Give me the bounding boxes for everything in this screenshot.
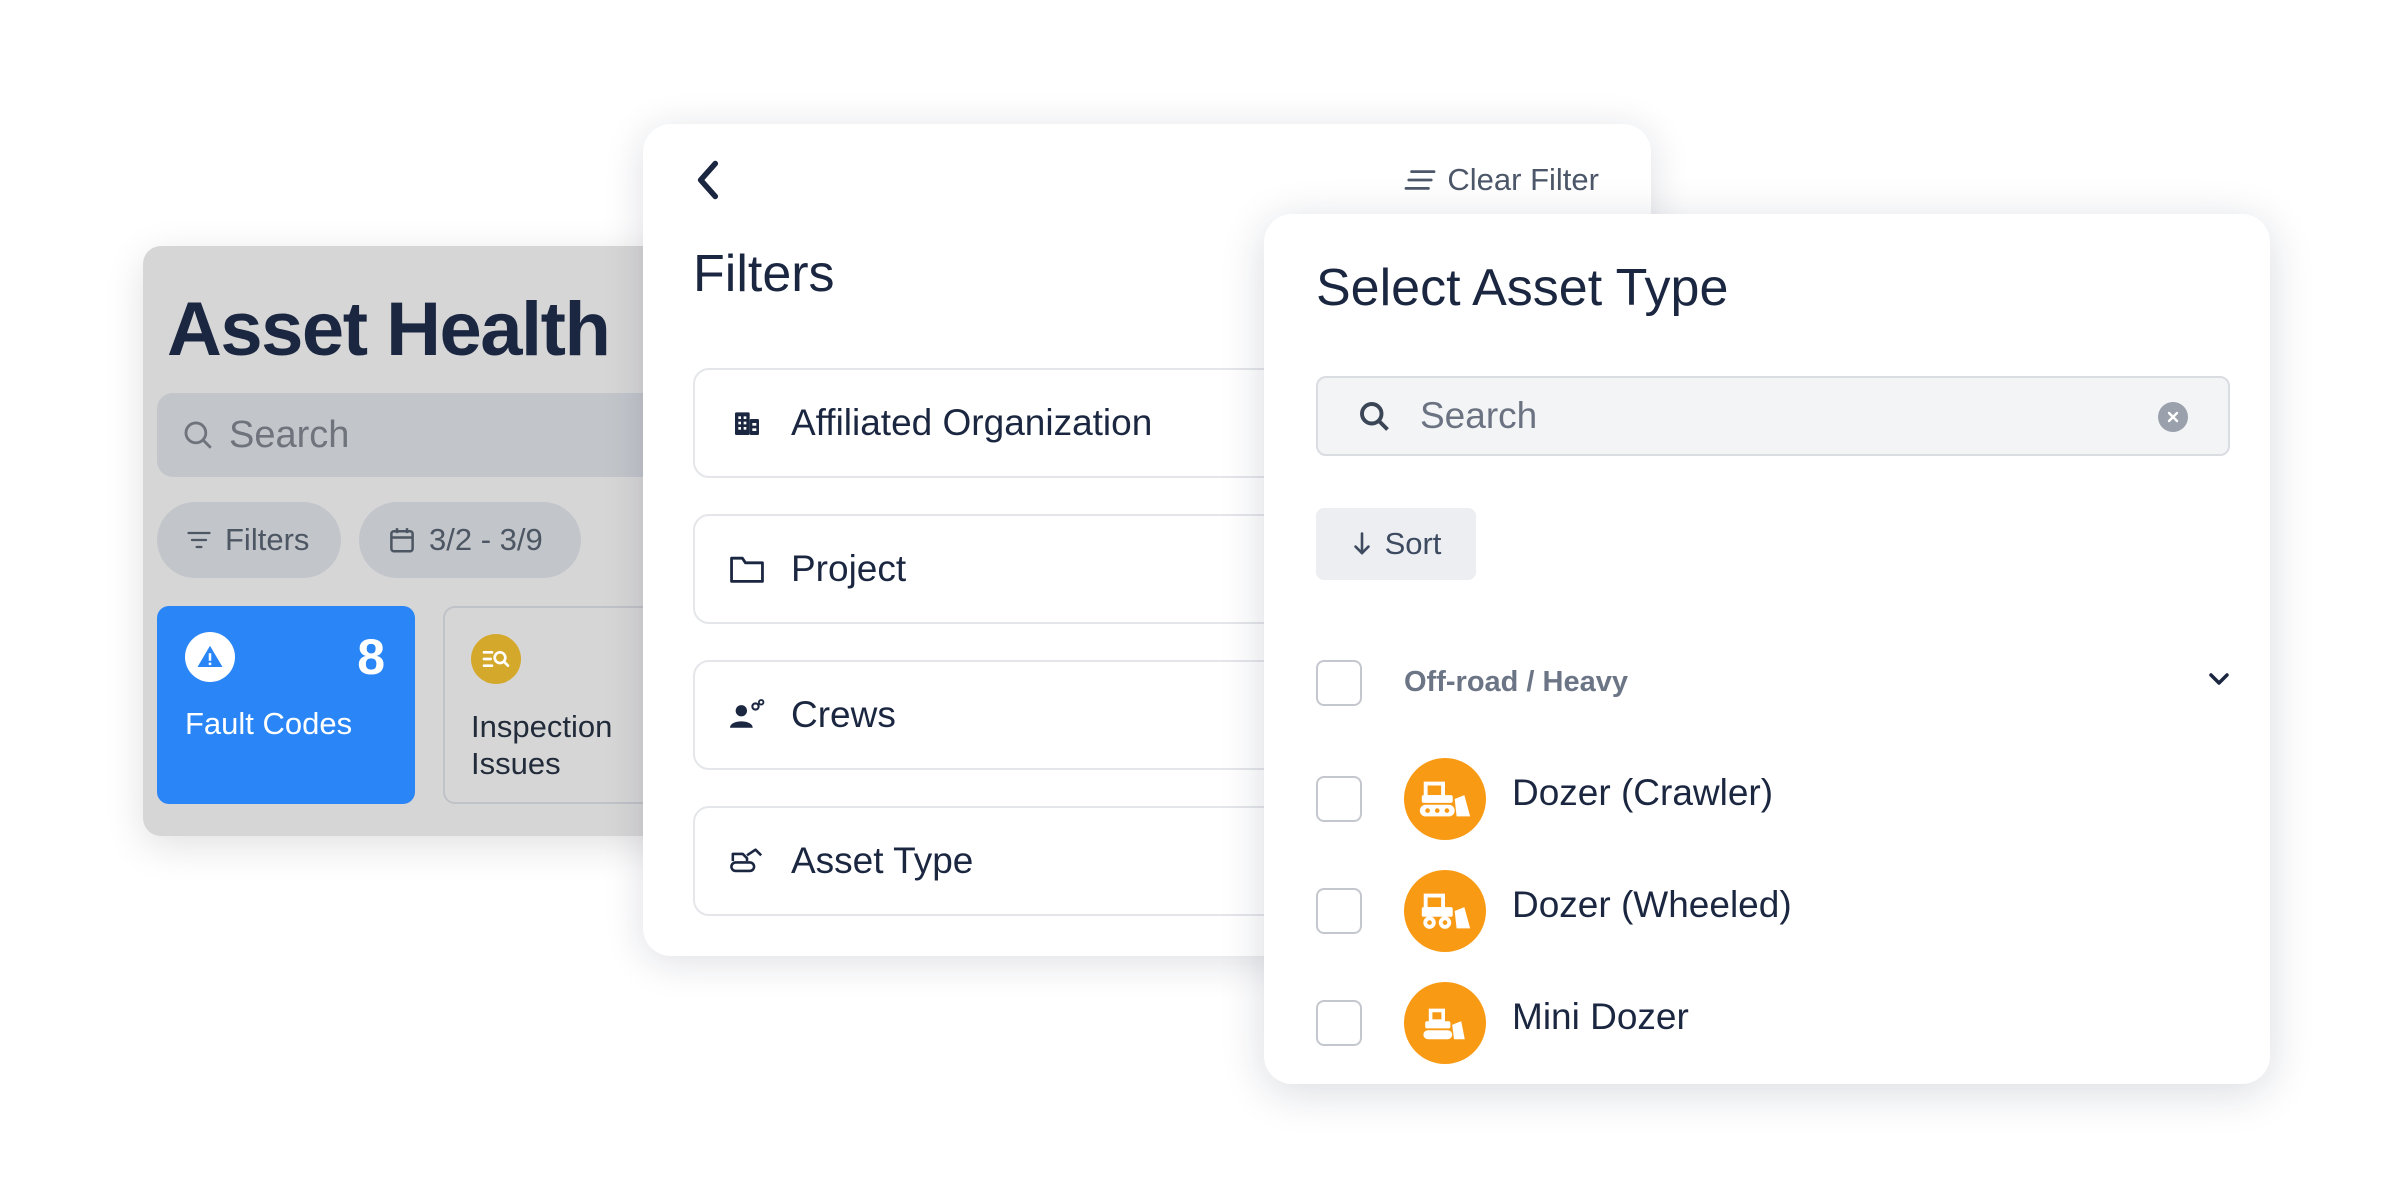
group-checkbox-off-road-heavy[interactable] — [1316, 660, 1362, 706]
filter-row-label: Project — [791, 548, 907, 589]
asset-type-search-field — [1316, 376, 2230, 456]
arrow-down-icon — [1353, 532, 1370, 555]
dozer-crawler-icon — [1404, 758, 1486, 840]
clear-search-icon[interactable] — [2158, 402, 2188, 432]
select-asset-type-panel: Select Asset Type Sort Off-road / Heavy — [1264, 214, 2270, 1084]
warning-icon — [185, 632, 235, 682]
filter-icon — [187, 531, 211, 549]
filters-title: Filters — [693, 245, 835, 303]
fault-codes-tile[interactable]: 8 Fault Codes — [157, 606, 415, 804]
search-icon — [1360, 402, 1389, 431]
inspection-issues-label: Inspection Issues — [471, 709, 613, 781]
filters-chip[interactable]: Filters — [157, 502, 341, 578]
asset-type-name: Mini Dozer — [1512, 996, 1689, 1037]
chevron-down-icon[interactable] — [2204, 664, 2234, 694]
clear-filter-icon — [1405, 170, 1436, 190]
item-checkbox[interactable] — [1316, 888, 1362, 934]
date-range-chip[interactable]: 3/2 - 3/9 — [359, 502, 581, 578]
fault-codes-count: 8 — [357, 629, 385, 685]
back-button[interactable] — [683, 148, 733, 212]
screen: Asset Health Search Filters 3/2 - 3/9 8 … — [0, 0, 2400, 1200]
building-icon — [727, 407, 767, 439]
item-checkbox[interactable] — [1316, 776, 1362, 822]
filter-row-label: Asset Type — [791, 840, 974, 881]
date-range-label: 3/2 - 3/9 — [429, 522, 543, 557]
clear-filter-button[interactable]: Clear Filter — [1403, 152, 1599, 208]
filter-row-label: Crews — [791, 694, 896, 735]
filters-chip-label: Filters — [225, 522, 310, 557]
asset-health-search-input[interactable]: Search — [157, 393, 703, 477]
dozer-wheeled-icon — [1404, 870, 1486, 952]
item-checkbox[interactable] — [1316, 1000, 1362, 1046]
asset-type-name: Dozer (Wheeled) — [1512, 884, 1792, 925]
asset-type-name: Dozer (Crawler) — [1512, 772, 1774, 813]
asset-type-search-input[interactable] — [1418, 394, 2118, 438]
asset-health-card: Asset Health Search Filters 3/2 - 3/9 8 … — [143, 246, 703, 836]
search-placeholder: Search — [229, 413, 350, 456]
mini-dozer-icon — [1404, 982, 1486, 1064]
sort-button[interactable]: Sort — [1316, 508, 1476, 580]
filter-row-label: Affiliated Organization — [791, 402, 1153, 443]
fault-codes-label: Fault Codes — [185, 706, 353, 741]
clear-filter-label: Clear Filter — [1447, 162, 1599, 197]
inspection-search-icon — [471, 634, 521, 684]
chevron-left-icon — [697, 160, 719, 200]
equipment-icon — [727, 844, 767, 878]
calendar-icon — [390, 528, 414, 553]
group-label: Off-road / Heavy — [1404, 666, 1628, 698]
folder-icon — [727, 552, 767, 586]
sort-label: Sort — [1384, 526, 1442, 561]
select-asset-type-title: Select Asset Type — [1316, 259, 1729, 317]
page-title: Asset Health — [167, 287, 611, 372]
search-icon — [184, 421, 212, 449]
crew-icon — [727, 698, 767, 732]
